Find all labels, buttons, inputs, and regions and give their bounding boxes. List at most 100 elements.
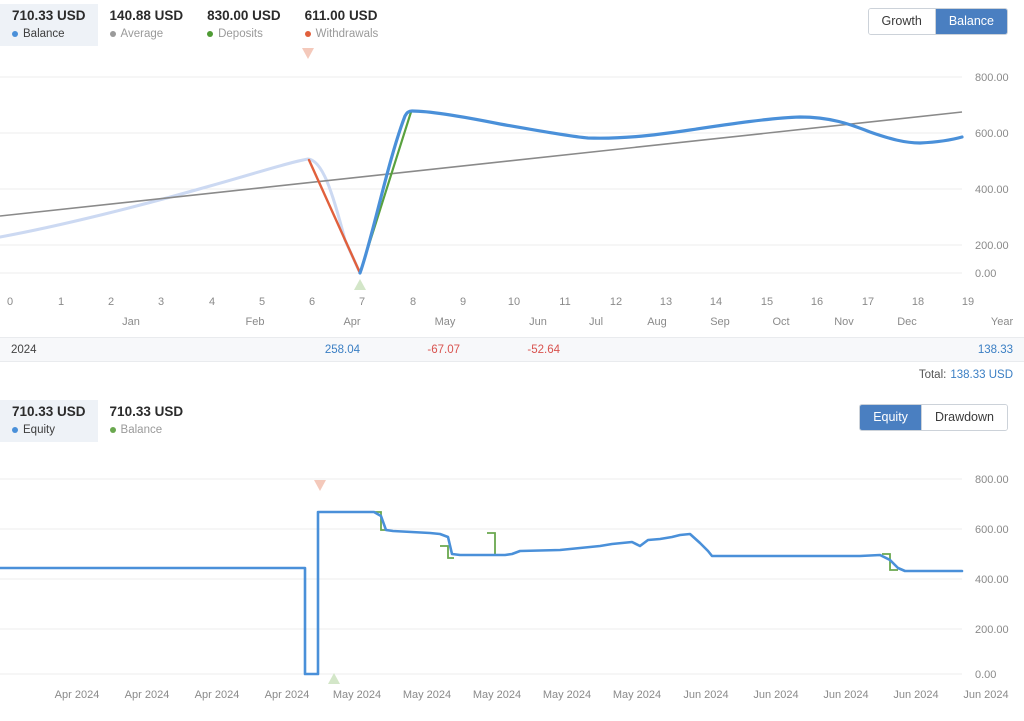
x-tick-num: 5	[258, 296, 266, 308]
tab-equity[interactable]: Equity	[860, 405, 921, 430]
row-year: 2024	[11, 343, 37, 356]
x-tick-num: 4	[208, 296, 216, 308]
equity-x-axis: Apr 2024 Apr 2024 Apr 2024 Apr 2024 May …	[0, 686, 1024, 709]
total-value: 138.33 USD	[950, 369, 1013, 381]
x-tick-num: 2	[107, 296, 115, 308]
x-tick-num: 0	[6, 296, 14, 308]
x-tick-num: 17	[861, 296, 875, 308]
x-tick-num: 14	[709, 296, 723, 308]
row-drawdown-2: -52.64	[527, 343, 560, 356]
table-row[interactable]: 2024 258.04 -67.07 -52.64 138.33	[0, 337, 1024, 362]
x-tick-label: Apr 2024	[54, 689, 100, 701]
deposit-marker-icon	[354, 279, 366, 290]
tab-growth[interactable]: Growth	[868, 9, 935, 34]
balance-line-faded	[0, 157, 362, 275]
row-profit: 258.04	[324, 343, 360, 356]
legend-value: 830.00 USD	[207, 8, 281, 23]
growth-x-axis: 0 1 2 3 4 5 6 7 8 9 10 11 12 13 14 15 16…	[0, 295, 1024, 337]
equity-y-axis-labels: 800.00 600.00 400.00 200.00 0.00	[975, 474, 1009, 681]
growth-balance-toggle-group[interactable]: Growth Balance	[867, 8, 1008, 35]
x-tick-label: Jun 2024	[683, 689, 729, 701]
legend-value: 710.33 USD	[12, 8, 86, 23]
x-tick-num: 6	[308, 296, 316, 308]
row-total: 138.33	[977, 343, 1013, 356]
y-tick: 0.00	[975, 268, 996, 280]
equity-chart-svg: 800.00 600.00 400.00 200.00 0.00	[0, 474, 1009, 684]
x-tick-month: Jan	[122, 316, 140, 328]
x-tick-num: 9	[459, 296, 467, 308]
x-tick-num: 19	[961, 296, 975, 308]
balance-step-lines	[374, 511, 898, 571]
x-tick-label: Jun 2024	[823, 689, 869, 701]
legend-value: 710.33 USD	[12, 404, 86, 419]
balance-dot-icon	[12, 31, 18, 38]
y-tick: 0.00	[975, 669, 996, 681]
x-tick-label: May 2024	[472, 689, 522, 701]
x-tick-num: 10	[507, 296, 521, 308]
x-tick-label: May 2024	[542, 689, 592, 701]
x-tick-month: Feb	[245, 316, 265, 328]
x-tick-num: 1	[57, 296, 65, 308]
x-tick-label: Jun 2024	[753, 689, 799, 701]
row-drawdown-1: -67.07	[427, 343, 460, 356]
x-tick-month: Dec	[897, 316, 917, 328]
x-tick-num: 11	[559, 296, 571, 308]
x-tick-month: Oct	[772, 316, 790, 328]
x-tick-num: 16	[810, 296, 824, 308]
x-tick-num: 13	[659, 296, 673, 308]
y-tick: 400.00	[975, 184, 1009, 196]
x-tick-label: Jun 2024	[893, 689, 939, 701]
tab-balance[interactable]: Balance	[935, 9, 1007, 34]
x-tick-month: Jul	[588, 316, 604, 328]
x-tick-num: 8	[409, 296, 417, 308]
x-tick-num: 15	[760, 296, 774, 308]
x-tick-month: May	[434, 316, 456, 328]
average-dot-icon	[109, 31, 116, 38]
x-tick-month: Sep	[710, 316, 730, 328]
deposits-dot-icon	[207, 31, 214, 38]
legend-value: 710.33 USD	[109, 404, 184, 419]
y-tick: 400.00	[975, 574, 1009, 586]
legend-value: 611.00 USD	[304, 8, 378, 23]
y-tick: 600.00	[975, 524, 1009, 536]
deposit-marker-icon	[328, 673, 340, 684]
x-tick-label: Apr 2024	[194, 689, 240, 701]
x-tick-num: 7	[358, 296, 366, 308]
tab-drawdown[interactable]: Drawdown	[921, 405, 1007, 430]
y-tick: 200.00	[975, 240, 1009, 252]
x-tick-num: 18	[911, 296, 925, 308]
yearly-summary-table: 2024 258.04 -67.07 -52.64 138.33 Total: …	[0, 337, 1024, 388]
x-tick-num: 12	[609, 296, 623, 308]
legend-value: 140.88 USD	[109, 8, 184, 23]
equity-legend: 710.33 USD Equity 710.33 USD Balance Equ…	[0, 396, 1024, 443]
x-tick-month: Aug	[647, 316, 667, 328]
equity-dot-icon	[12, 427, 18, 434]
growth-legend: 710.33 USD Balance 140.88 USD Average 83…	[0, 0, 1024, 47]
growth-y-axis-labels: 800.00 600.00 400.00 200.00 0.00	[975, 72, 1009, 280]
x-tick-label: May 2024	[332, 689, 382, 701]
growth-chart-plot: 800.00 600.00 400.00 200.00 0.00	[0, 40, 1024, 295]
withdrawal-marker-icon	[314, 480, 326, 491]
x-tick-label: Apr 2024	[124, 689, 170, 701]
x-tick-label: May 2024	[612, 689, 662, 701]
x-tick-month: Jun	[529, 316, 547, 328]
gridlines	[0, 76, 962, 274]
equity-drawdown-panel: 710.33 USD Equity 710.33 USD Balance Equ…	[0, 396, 1024, 709]
equity-chart-plot: 800.00 600.00 400.00 200.00 0.00	[0, 436, 1024, 686]
balance-dot-icon	[109, 427, 116, 434]
growth-balance-panel: 710.33 USD Balance 140.88 USD Average 83…	[0, 0, 1024, 337]
x-tick-label: Apr 2024	[264, 689, 310, 701]
balance-line	[358, 109, 964, 275]
x-tick-month: Nov	[834, 316, 854, 328]
total-label: Total:	[918, 369, 947, 381]
table-total-line: Total: 138.33 USD	[0, 362, 1024, 388]
growth-chart-svg: 800.00 600.00 400.00 200.00 0.00	[0, 48, 1009, 290]
x-tick-num: 3	[157, 296, 165, 308]
x-tick-month: Apr	[343, 316, 361, 328]
gridlines	[0, 478, 962, 675]
average-line	[0, 111, 963, 217]
y-tick: 600.00	[975, 128, 1009, 140]
withdrawals-dot-icon	[304, 31, 311, 38]
y-tick: 800.00	[975, 72, 1009, 84]
equity-drawdown-toggle-group[interactable]: Equity Drawdown	[859, 404, 1008, 431]
